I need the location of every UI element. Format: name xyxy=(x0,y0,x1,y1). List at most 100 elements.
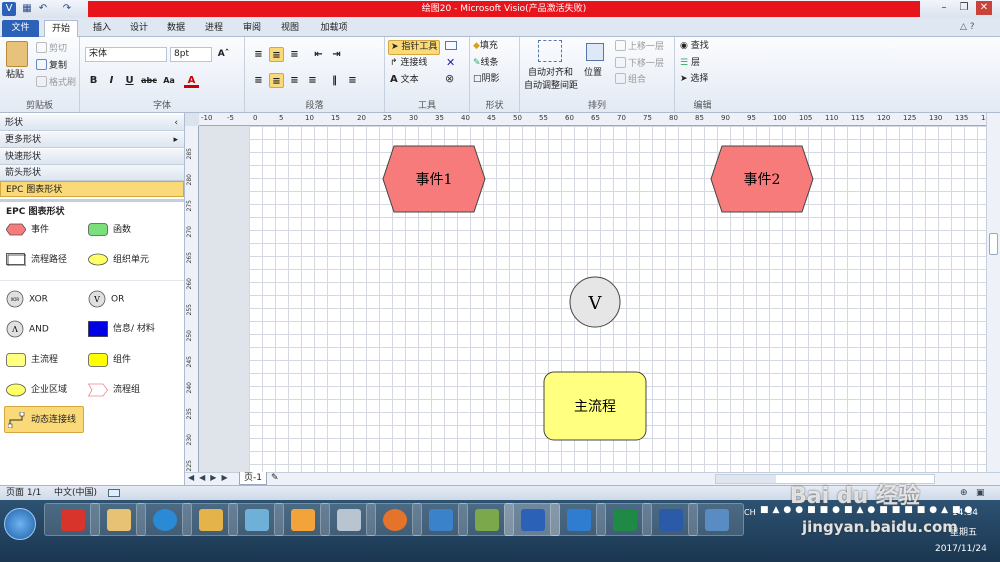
grow-font-icon[interactable]: Aˆ xyxy=(216,47,231,62)
paste-button[interactable]: 粘贴 xyxy=(6,69,24,82)
taskbar-app-15[interactable] xyxy=(688,503,744,536)
stencil-dynamic-connector[interactable]: 动态连接线 xyxy=(4,406,84,433)
zoom-in-icon[interactable]: ⊕ xyxy=(960,486,968,500)
bullets-icon[interactable]: ≡ xyxy=(345,73,360,88)
redo-icon[interactable]: ↷ xyxy=(60,2,74,16)
vertical-scroll-thumb[interactable] xyxy=(989,233,998,255)
align-top-button[interactable]: ≡ xyxy=(251,47,266,62)
auto-align-icon[interactable] xyxy=(538,40,562,62)
or-connector-shape[interactable]: V xyxy=(569,276,621,328)
decrease-indent-icon[interactable]: ⇤ xyxy=(311,47,326,62)
align-right-button[interactable]: ≡ xyxy=(287,73,302,88)
tab-process[interactable]: 进程 xyxy=(200,20,228,37)
stencil-org-unit[interactable]: 组织单元 xyxy=(88,251,149,269)
format-painter-button[interactable]: 格式刷 xyxy=(36,76,76,90)
tab-home[interactable]: 开始 xyxy=(44,20,78,37)
save-icon[interactable]: ▦ xyxy=(20,2,34,16)
stencil-xor[interactable]: XOR XOR xyxy=(6,290,48,308)
copy-button[interactable]: 复制 xyxy=(36,59,67,73)
quick-shapes-item[interactable]: 快速形状 xyxy=(0,149,184,165)
undo-icon[interactable]: ↶ xyxy=(36,2,50,16)
bold-button[interactable]: B xyxy=(86,73,101,88)
delete-x-icon[interactable]: ✕ xyxy=(446,56,455,69)
align-center-button[interactable]: ≡ xyxy=(269,73,284,88)
shadow-button[interactable]: □阴影 xyxy=(473,73,500,86)
line-button[interactable]: ✎线条 xyxy=(473,57,499,70)
strikethrough-button[interactable]: abc xyxy=(140,73,158,88)
stencil-info-material[interactable]: 信息/ 材料 xyxy=(88,320,155,338)
find-button[interactable]: ◉ 查找 xyxy=(680,40,709,53)
drawing-page[interactable]: 事件1 事件2 V 主流程 xyxy=(249,126,986,472)
input-language[interactable]: CH xyxy=(744,508,756,517)
main-process-shape[interactable]: 主流程 xyxy=(543,371,647,441)
font-color-button[interactable]: A xyxy=(184,73,199,88)
insert-page-icon[interactable]: ✎ xyxy=(271,473,279,483)
cut-button[interactable]: 剪切 xyxy=(36,42,67,56)
stencil-or[interactable]: V OR xyxy=(88,290,124,308)
align-middle-button[interactable]: ≡ xyxy=(269,47,284,62)
align-left-button[interactable]: ≡ xyxy=(251,73,266,88)
stencil-process-path[interactable]: 流程路径 xyxy=(6,251,67,269)
group-button[interactable]: 组合 xyxy=(615,73,646,87)
tab-insert[interactable]: 插入 xyxy=(88,20,116,37)
align-bottom-button[interactable]: ≡ xyxy=(287,47,302,62)
event1-shape[interactable]: 事件1 xyxy=(382,145,486,213)
stencil-component[interactable]: 组件 xyxy=(88,351,131,369)
text-tool-button[interactable]: A 文本 xyxy=(390,73,419,87)
minimize-icon[interactable]: – xyxy=(936,1,952,15)
change-case-button[interactable]: Aa xyxy=(160,73,178,88)
auto-align-button[interactable]: 自动对齐和 xyxy=(528,67,573,80)
maximize-icon[interactable]: ❐ xyxy=(956,1,972,15)
auto-space-button[interactable]: 自动调整间距 xyxy=(524,80,578,93)
more-shapes-item[interactable]: 更多形状 ▸ xyxy=(0,132,184,148)
collapse-panel-icon[interactable]: ‹ xyxy=(174,115,178,131)
tab-data[interactable]: 数据 xyxy=(162,20,190,37)
horizontal-scroll-thumb[interactable] xyxy=(716,475,776,483)
position-button[interactable]: 位置 xyxy=(584,67,602,80)
page-navigation-icons[interactable]: ◀◀▶▶ xyxy=(188,473,233,482)
close-icon[interactable]: ✕ xyxy=(976,1,992,15)
send-backward-button[interactable]: 下移一层 xyxy=(615,57,664,71)
increase-indent-icon[interactable]: ⇥ xyxy=(329,47,344,62)
rectangle-icon[interactable] xyxy=(445,41,457,50)
font-name-select[interactable]: 宋体 xyxy=(85,47,167,62)
tab-review[interactable]: 审阅 xyxy=(238,20,266,37)
page-tab-1[interactable]: 页-1 xyxy=(239,472,267,485)
stencil-event[interactable]: 事件 xyxy=(6,221,49,239)
drawing-canvas[interactable]: 事件1 事件2 V 主流程 xyxy=(199,126,986,472)
visio-app-icon[interactable]: V xyxy=(2,2,16,16)
epc-shapes-item[interactable]: EPC 图表形状 xyxy=(0,181,184,197)
clock-time[interactable]: 14:34 xyxy=(952,508,978,518)
italic-button[interactable]: I xyxy=(104,73,119,88)
justify-button[interactable]: ≡ xyxy=(305,73,320,88)
layers-button[interactable]: ☰ 层 xyxy=(680,57,700,70)
macro-icon[interactable] xyxy=(108,489,120,497)
bring-forward-button[interactable]: 上移一层 xyxy=(615,40,664,54)
app-blue-icon xyxy=(245,509,269,531)
help-icon[interactable]: △ ? xyxy=(960,22,975,32)
pointer-tool-button[interactable]: ➤ 指针工具 xyxy=(388,40,441,55)
tab-addins[interactable]: 加载项 xyxy=(314,20,354,37)
connection-point-icon[interactable]: ⊗ xyxy=(445,72,454,85)
paste-icon[interactable] xyxy=(6,41,28,67)
stencil-enterprise-area[interactable]: 企业区域 xyxy=(6,381,67,399)
position-icon[interactable] xyxy=(586,43,604,61)
connector-button[interactable]: ↱ 连接线 xyxy=(390,57,427,70)
stencil-process-group[interactable]: 流程组 xyxy=(88,381,140,399)
arrow-shapes-item[interactable]: 箭头形状 xyxy=(0,165,184,181)
tab-design[interactable]: 设计 xyxy=(125,20,153,37)
tab-file[interactable]: 文件 xyxy=(2,20,39,37)
underline-button[interactable]: U xyxy=(122,73,137,88)
font-size-select[interactable]: 8pt xyxy=(170,47,212,62)
stencil-and[interactable]: Λ AND xyxy=(6,320,49,338)
text-direction-icon[interactable]: ‖ xyxy=(327,73,342,88)
start-button[interactable] xyxy=(4,508,36,540)
fill-button[interactable]: ◆填充 xyxy=(473,40,498,53)
stencil-function[interactable]: 函数 xyxy=(88,221,131,239)
event2-shape[interactable]: 事件2 xyxy=(710,145,814,213)
stencil-main-process[interactable]: 主流程 xyxy=(6,351,58,369)
select-button[interactable]: ➤ 选择 xyxy=(680,73,708,86)
fit-page-icon[interactable]: ▣ xyxy=(976,486,985,500)
tab-view[interactable]: 视图 xyxy=(276,20,304,37)
vertical-scrollbar[interactable] xyxy=(986,113,1000,472)
